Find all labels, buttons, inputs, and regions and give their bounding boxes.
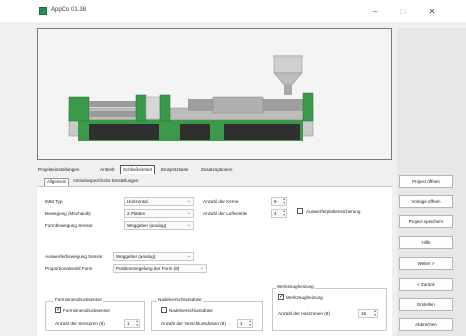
ejector-safety-label: Auswerferplattensicherung (306, 209, 361, 214)
pressure-sensor-count-label: Anzahl der Sensoren (8) (55, 321, 105, 326)
chevron-down-icon: ⌄ (199, 265, 204, 271)
ejector-move-select[interactable]: Weggeber (analog) ⌄ (113, 252, 194, 261)
imm-type-label: IMM Typ (45, 199, 63, 204)
tab-additional-options[interactable]: Zusatzoptionen (201, 165, 232, 174)
imm-type-select[interactable]: Horizontal ⌄ (124, 197, 194, 206)
title-bar: AppCo 01.38 – □ ✕ (0, 0, 466, 22)
app-logo-icon (39, 7, 47, 15)
ejector-safety-checkbox[interactable] (297, 208, 303, 214)
chevron-down-icon: ⌄ (186, 253, 191, 259)
prop-valve-label: Proportionalventil Form (45, 266, 93, 271)
cavities-stepper[interactable]: 8 ▴ ▾ (271, 197, 287, 206)
ejector-move-value: Weggeber (analog) (116, 254, 156, 259)
spinner-icon[interactable]: ▴ ▾ (136, 319, 138, 327)
needle-valve-count-stepper[interactable]: 1 ▴ ▾ (237, 319, 253, 328)
ejector-move-label: Auswerferbewegung Sensor (45, 254, 103, 259)
air-valves-stepper[interactable]: 4 ▴ ▾ (271, 209, 287, 218)
pressure-sensor-count-value: 1 (127, 321, 130, 326)
save-project-button[interactable]: Project speichern (399, 215, 453, 228)
tool-heating-count-label: Anzahl der Heizzonen (8) (278, 311, 330, 316)
help-button[interactable]: Hilfe (399, 236, 453, 249)
spinner-icon[interactable]: ▴ ▾ (283, 197, 285, 205)
spinner-icon[interactable]: ▴ ▾ (249, 319, 251, 327)
tool-heating-count-value: 16 (361, 311, 367, 316)
tool-heating-checkbox[interactable] (278, 293, 284, 300)
needle-valve-group-title: Nadelverschlussdüse (157, 297, 203, 302)
subtab-general[interactable]: Allgemein (44, 178, 70, 186)
back-button[interactable]: < Zurück (399, 278, 453, 291)
pressure-sensor-count-stepper[interactable]: 1 ▴ ▾ (124, 319, 140, 328)
needle-valve-checkbox-label: Nadelverschlussdüse (169, 308, 213, 313)
tool-heating-checkbox-label: Werkzeugheizung (286, 295, 323, 300)
close-button[interactable]: ✕ (421, 4, 443, 18)
mold-sensor-value: Weggeber (analog) (127, 223, 167, 228)
window-title: AppCo 01.38 (51, 7, 87, 13)
open-project-button[interactable]: Project öffnen (399, 175, 453, 188)
air-valves-label: Anzahl der Luftventile (203, 211, 248, 216)
subtab-drive-specific[interactable]: Antriebsspezifische Einstellungen (73, 178, 138, 186)
app-window: AppCo 01.38 – □ ✕ Project öffnen Vorlage… (0, 0, 466, 336)
tab-clamping-unit[interactable]: Schließeinheit (120, 165, 155, 174)
create-button[interactable]: Erstellen (399, 298, 453, 311)
cavities-value: 8 (274, 199, 277, 204)
prop-valve-select[interactable]: Positionsregelung der Form (8) ⌄ (113, 264, 207, 273)
cancel-button[interactable]: Abbrechen (399, 318, 453, 331)
tab-project-settings[interactable]: Projekteinstellungen (38, 165, 79, 174)
needle-valve-count-value: 1 (240, 321, 243, 326)
prop-valve-value: Positionsregelung der Form (8) (116, 266, 180, 271)
tool-heating-group-title: Werkzeugheizung (276, 284, 315, 289)
movement-value: 2 Platten (127, 211, 146, 216)
movement-select[interactable]: 2 Platten ⌄ (124, 209, 194, 218)
chevron-down-icon: ⌄ (186, 198, 191, 204)
pressure-sensor-group-title: Forminnendrucksensor (54, 297, 103, 302)
maximize-button[interactable]: □ (392, 4, 414, 18)
movement-label: Bewegung (Mechanik) (45, 211, 91, 216)
mold-sensor-label: Formbewegung Sensor (45, 223, 93, 228)
next-button[interactable]: Weiter > (399, 257, 453, 270)
air-valves-value: 4 (274, 211, 277, 216)
imm-type-value: Horizontal (127, 199, 148, 204)
open-template-button[interactable]: Vorlage öffnen (399, 195, 453, 208)
pressure-sensor-checkbox[interactable] (55, 306, 61, 313)
needle-valve-checkbox[interactable] (161, 307, 167, 313)
spinner-icon[interactable]: ▴ ▾ (374, 309, 376, 317)
machine-illustration (37, 28, 392, 160)
tab-injection-side[interactable]: Einspritzseite (161, 165, 188, 174)
tab-drive[interactable]: Antrieb (100, 165, 115, 174)
pressure-sensor-checkbox-label: Forminnendrucksensor (63, 308, 110, 313)
minimize-button[interactable]: – (364, 4, 386, 18)
tool-heating-count-stepper[interactable]: 16 ▴ ▾ (358, 309, 378, 318)
injection-molding-machine-image (68, 55, 314, 141)
chevron-down-icon: ⌄ (186, 210, 191, 216)
cavities-label: Anzahl der Kerne (203, 199, 239, 204)
needle-valve-count-label: Anzahl der Verschlussdüsen (8) (161, 321, 226, 326)
mold-sensor-select[interactable]: Weggeber (analog) ⌄ (124, 221, 194, 230)
chevron-down-icon: ⌄ (186, 222, 191, 228)
spinner-icon[interactable]: ▴ ▾ (283, 209, 285, 217)
